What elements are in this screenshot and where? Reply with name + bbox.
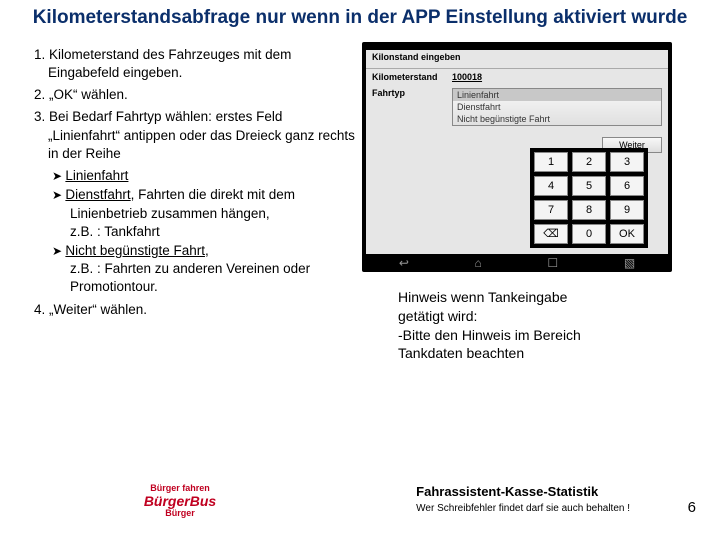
- key-backspace[interactable]: ⌫: [534, 224, 568, 244]
- recent-icon[interactable]: ☐: [547, 256, 558, 270]
- key-3[interactable]: 3: [610, 152, 644, 172]
- key-6[interactable]: 6: [610, 176, 644, 196]
- phone-type-dropdown[interactable]: Linienfahrt Dienstfahrt Nicht begünstigt…: [452, 88, 662, 126]
- key-1[interactable]: 1: [534, 152, 568, 172]
- key-2[interactable]: 2: [572, 152, 606, 172]
- dropdown-option[interactable]: Nicht begünstigte Fahrt: [453, 113, 661, 125]
- footer-category: Fahrassistent-Kasse-Statistik Wer Schrei…: [416, 484, 630, 514]
- key-7[interactable]: 7: [534, 200, 568, 220]
- phone-keypad: 1 2 3 4 5 6 7 8 9 ⌫ 0 OK: [530, 148, 648, 248]
- key-4[interactable]: 4: [534, 176, 568, 196]
- back-icon[interactable]: ↩: [399, 256, 409, 270]
- android-navbar: ↩ ⌂ ☐ ▧: [366, 256, 668, 270]
- step-2: 2. „OK“ wählen.: [30, 86, 356, 104]
- key-0[interactable]: 0: [572, 224, 606, 244]
- footer-disclaimer: Wer Schreibfehler findet darf sie auch b…: [416, 503, 630, 514]
- key-5[interactable]: 5: [572, 176, 606, 196]
- step-3: 3. Bei Bedarf Fahrtyp wählen: erstes Fel…: [30, 108, 356, 163]
- bullet-dienstfahrt: Dienstfahrt, Fahrten die direkt mit dem …: [52, 186, 356, 241]
- key-8[interactable]: 8: [572, 200, 606, 220]
- phone-km-label: Kilometerstand: [372, 72, 452, 82]
- phone-screenshot: Kilonstand eingeben Kilometerstand 10001…: [362, 42, 672, 272]
- phone-km-value[interactable]: 100018: [452, 72, 482, 82]
- tank-hint: Hinweis wenn Tankeingabe getätigt wird: …: [398, 288, 700, 364]
- phone-dialog-title: Kilonstand eingeben: [366, 50, 668, 69]
- buergerbus-logo: Bürger fahren BürgerBus Bürger: [140, 484, 220, 520]
- key-ok[interactable]: OK: [610, 224, 644, 244]
- dropdown-selected[interactable]: Linienfahrt: [453, 89, 661, 101]
- instruction-list: 1. Kilometerstand des Fahrzeuges mit dem…: [20, 42, 356, 364]
- key-9[interactable]: 9: [610, 200, 644, 220]
- bullet-nicht-beguenstigt: Nicht begünstigte Fahrt,z.B. : Fahrten z…: [52, 242, 356, 297]
- home-icon[interactable]: ⌂: [475, 256, 482, 270]
- step-4: 4. „Weiter“ wählen.: [30, 301, 356, 319]
- screenshot-icon[interactable]: ▧: [624, 256, 635, 270]
- dropdown-option[interactable]: Dienstfahrt: [453, 101, 661, 113]
- step-1: 1. Kilometerstand des Fahrzeuges mit dem…: [30, 46, 356, 82]
- page-title: Kilometerstandsabfrage nur wenn in der A…: [0, 0, 720, 42]
- page-number: 6: [688, 499, 696, 516]
- phone-type-label: Fahrtyp: [372, 88, 452, 98]
- bullet-linienfahrt: Linienfahrt: [52, 167, 356, 185]
